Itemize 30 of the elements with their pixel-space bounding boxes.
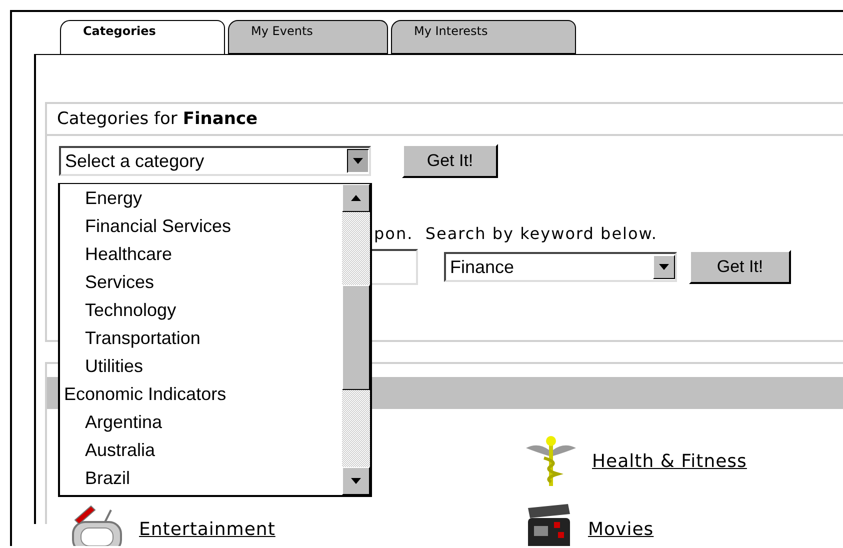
tab[interactable]: Categories	[60, 20, 225, 54]
category-link[interactable]: Entertainment	[139, 518, 276, 540]
dropdown-option[interactable]: Transportation	[60, 325, 342, 353]
dropdown-option[interactable]: Australia	[60, 437, 342, 465]
get-it-button[interactable]: Get It!	[402, 144, 498, 178]
category-link[interactable]: Health & Fitness	[592, 450, 747, 472]
scroll-down-icon	[351, 478, 361, 484]
scroll-up-icon	[351, 195, 361, 201]
scroll-down-icon	[659, 264, 669, 270]
dropdown-option[interactable]: Healthcare	[60, 241, 342, 269]
scrollbar[interactable]	[342, 184, 370, 495]
scroll-down-icon	[353, 158, 363, 164]
category-select[interactable]: Select a category	[59, 146, 371, 176]
instruction-text: pon. Search by keyword below.	[374, 224, 658, 243]
dropdown-option[interactable]: Technology	[60, 297, 342, 325]
category-select[interactable]: Finance	[444, 252, 677, 282]
dropdown-option[interactable]: Argentina	[60, 409, 342, 437]
panel-title: Categories for Finance	[47, 104, 843, 136]
get-it-button[interactable]: Get It!	[689, 250, 791, 284]
dropdown-option[interactable]: Energy	[60, 185, 342, 213]
group-label[interactable]: Economic Indicators	[60, 381, 342, 409]
dropdown-option[interactable]: Services	[60, 269, 342, 297]
tab[interactable]: My Interests	[391, 20, 576, 54]
category-link[interactable]: Movies	[588, 518, 654, 540]
tv-icon	[69, 504, 125, 546]
dropdown-option[interactable]: Brazil	[60, 465, 342, 493]
dropdown-option[interactable]: Financial Services	[60, 213, 342, 241]
dropdown-option[interactable]: Utilities	[60, 353, 342, 381]
tab[interactable]: My Events	[228, 20, 388, 54]
caduceus-icon	[524, 434, 578, 488]
